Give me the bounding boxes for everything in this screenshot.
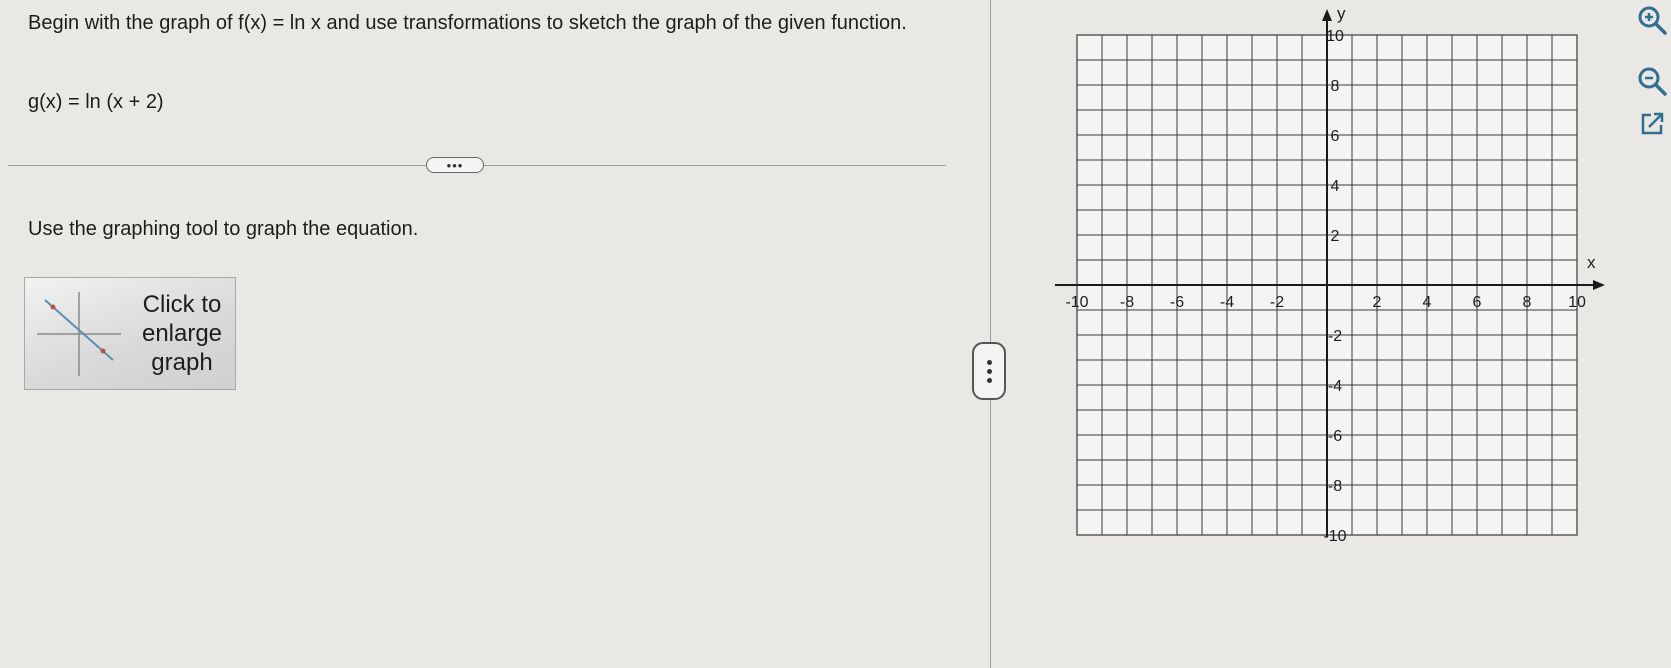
pane-divider <box>990 0 991 668</box>
x-axis-arrow <box>1593 280 1605 290</box>
graph-thumbnail-icon <box>37 292 121 376</box>
y-tick-label: 10 <box>1326 28 1344 45</box>
y-tick-label: 6 <box>1331 128 1340 145</box>
y-axis-arrow <box>1322 9 1332 21</box>
y-tick-label: -6 <box>1328 428 1342 445</box>
x-tick-label: -8 <box>1120 294 1134 311</box>
y-tick-label: -2 <box>1328 328 1342 345</box>
x-tick-label: -6 <box>1170 294 1184 311</box>
enlarge-graph-label: Click to enlarge graph <box>141 291 223 376</box>
question-prompt: Begin with the graph of f(x) = ln x and … <box>28 12 907 34</box>
x-axis-label: x <box>1587 253 1596 272</box>
x-tick-label: -2 <box>1270 294 1284 311</box>
graph-instruction: Use the graphing tool to graph the equat… <box>28 218 419 240</box>
enlarge-graph-button[interactable]: Click to enlarge graph <box>24 277 236 390</box>
zoom-out-button[interactable] <box>1634 63 1670 99</box>
x-tick-label: 6 <box>1473 294 1482 311</box>
zoom-in-icon <box>1638 6 1667 35</box>
graphing-area[interactable]: -10 -8 -6 -4 -2 2 4 6 8 10 10 8 6 4 2 -2 -4 -6 -8 -10 x y <box>1030 0 1630 668</box>
y-tick-label: 4 <box>1331 178 1340 195</box>
zoom-in-button[interactable] <box>1634 2 1670 38</box>
x-tick-label: -4 <box>1220 294 1234 311</box>
y-tick-label: -4 <box>1328 378 1342 395</box>
show-more-button[interactable]: ••• <box>426 157 484 173</box>
popout-button[interactable] <box>1634 106 1670 142</box>
y-tick-label: 8 <box>1331 78 1340 95</box>
question-pane: Begin with the graph of f(x) = ln x and … <box>0 0 990 668</box>
x-tick-label: 8 <box>1523 294 1532 311</box>
external-link-icon <box>1641 112 1664 135</box>
x-tick-label: 10 <box>1568 294 1586 311</box>
y-tick-label: 2 <box>1331 228 1340 245</box>
function-equation: g(x) = ln (x + 2) <box>28 91 164 113</box>
y-tick-label: -8 <box>1328 478 1342 495</box>
zoom-out-icon <box>1638 67 1667 96</box>
pane-resize-handle[interactable] <box>972 342 1006 400</box>
x-tick-label: -10 <box>1065 294 1088 311</box>
y-tick-label: -10 <box>1323 528 1346 545</box>
x-tick-label: 2 <box>1373 294 1382 311</box>
x-tick-label: 4 <box>1423 294 1432 311</box>
y-axis-label: y <box>1337 4 1346 23</box>
